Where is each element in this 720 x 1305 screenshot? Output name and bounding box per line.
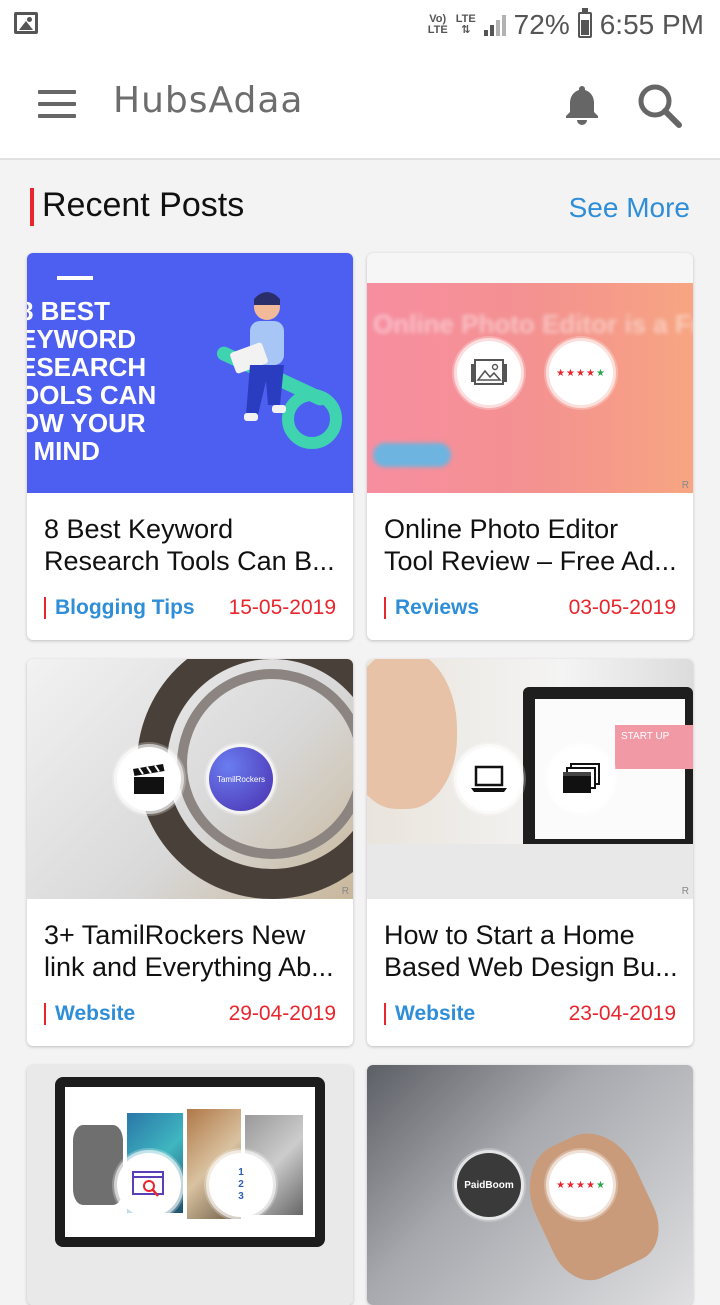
battery-icon (577, 8, 592, 38)
post-date: 03-05-2019 (568, 596, 676, 619)
post-thumbnail[interactable]: Online Photo Editor is a Fr ★★★★★ R (367, 253, 693, 493)
post-date: 15-05-2019 (228, 596, 336, 619)
person-with-key-illustration (216, 292, 342, 449)
post-title[interactable]: Online Photo Editor Tool Review – Free A… (384, 513, 682, 577)
post-card[interactable]: 1 2 3 (27, 1065, 353, 1305)
thumbnail-text: START UP (615, 725, 693, 769)
post-card[interactable]: START UP R How to Start a Home Based Web… (367, 659, 693, 1046)
status-bar: Vo) LTE LTE ⇅ 72% 6:55 PM (0, 0, 720, 50)
thumbnail-text: Online Photo Editor is a Fr (373, 309, 693, 339)
web-search-icon (117, 1153, 181, 1217)
post-title[interactable]: 3+ TamilRockers New link and Everything … (44, 919, 342, 983)
hamburger-menu-icon[interactable] (38, 90, 76, 118)
post-category[interactable]: Reviews (384, 597, 479, 619)
post-thumbnail[interactable]: PaidBoom ★★★★★ (367, 1065, 693, 1305)
volte-icon: Vo) LTE (427, 13, 448, 36)
section-header: Recent Posts See More (0, 180, 720, 236)
lte-icon: LTE ⇅ (455, 13, 476, 36)
person-image (367, 659, 457, 809)
status-indicators: Vo) LTE LTE ⇅ 72% 6:55 PM (428, 8, 704, 42)
thumbnail-text: 8 BEST EYWORD ESEARCH OOLS CAN OW YOUR M… (27, 296, 157, 466)
paidboom-logo-icon: PaidBoom (457, 1153, 521, 1217)
clapperboard-icon (117, 747, 181, 811)
post-thumbnail[interactable]: 8 BEST EYWORD ESEARCH OOLS CAN OW YOUR M… (27, 253, 353, 493)
post-date: 23-04-2019 (568, 1002, 676, 1025)
photo-gallery-icon (457, 341, 521, 405)
app-title: HubsAdaa (113, 80, 304, 121)
post-category[interactable]: Blogging Tips (44, 597, 195, 619)
notification-bell-icon[interactable] (560, 82, 604, 126)
section-accent-bar (30, 188, 34, 226)
rating-stars-icon: ★★★★★ (549, 341, 613, 405)
post-category[interactable]: Website (384, 1003, 475, 1025)
laptop-icon (457, 747, 521, 811)
post-thumbnail[interactable]: START UP R (367, 659, 693, 899)
post-category[interactable]: Website (44, 1003, 135, 1025)
post-date: 29-04-2019 (228, 1002, 336, 1025)
search-icon[interactable] (636, 82, 684, 130)
tamilrockers-logo-icon: TamilRockers (209, 747, 273, 811)
post-title[interactable]: How to Start a Home Based Web Design Bu.… (384, 919, 682, 983)
clock: 6:55 PM (599, 9, 704, 40)
post-card[interactable]: Online Photo Editor is a Fr ★★★★★ R Onli… (367, 253, 693, 640)
battery-percent: 72% (513, 9, 570, 40)
app-bar: HubsAdaa (0, 50, 720, 160)
post-card[interactable]: TamilRockers R 3+ TamilRockers New link … (27, 659, 353, 1046)
see-more-link[interactable]: See More (569, 192, 690, 224)
post-thumbnail[interactable]: TamilRockers R (27, 659, 353, 899)
gallery-icon (14, 12, 38, 34)
browser-windows-icon (549, 747, 613, 811)
post-card[interactable]: 8 BEST EYWORD ESEARCH OOLS CAN OW YOUR M… (27, 253, 353, 640)
post-title[interactable]: 8 Best Keyword Research Tools Can B... (44, 513, 342, 577)
numbered-list-icon: 1 2 3 (209, 1153, 273, 1217)
post-card[interactable]: PaidBoom ★★★★★ (367, 1065, 693, 1305)
rating-stars-icon: ★★★★★ (549, 1153, 613, 1217)
post-thumbnail[interactable]: 1 2 3 (27, 1065, 353, 1305)
section-title: Recent Posts (42, 186, 245, 224)
screen-image (73, 1125, 123, 1205)
signal-icon (483, 14, 506, 36)
